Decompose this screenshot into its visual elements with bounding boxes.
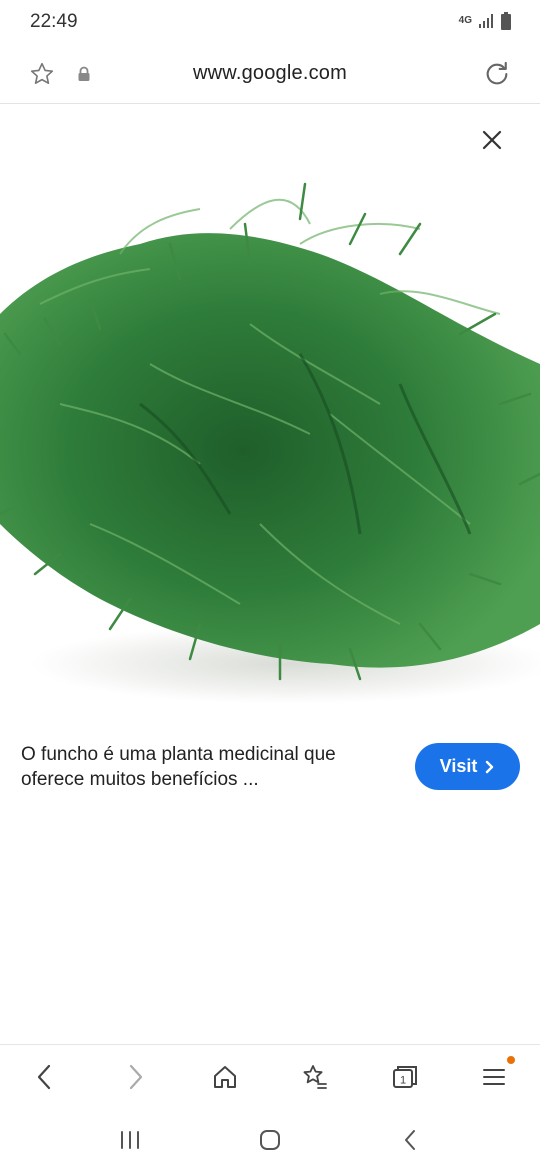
bookmarks-icon[interactable] [295, 1059, 335, 1095]
network-type: 4G [458, 15, 472, 26]
forward-icon[interactable] [116, 1059, 156, 1095]
menu-icon[interactable] [474, 1059, 514, 1095]
system-nav [0, 1110, 540, 1170]
notification-dot [507, 1056, 515, 1064]
recents-icon[interactable] [110, 1126, 150, 1154]
tabs-count: 1 [400, 1075, 406, 1087]
preview-image [0, 104, 540, 724]
visit-label: Visit [439, 756, 478, 776]
fennel-image [0, 182, 540, 704]
system-indicators: 4G [459, 12, 512, 30]
address-bar: www.google.com [0, 44, 540, 104]
visit-button[interactable]: Visit [415, 743, 520, 790]
tabs-icon[interactable]: 1 [385, 1059, 425, 1095]
status-time: 22:49 [30, 11, 78, 32]
close-icon[interactable] [476, 124, 508, 156]
back-icon[interactable] [24, 1059, 64, 1095]
system-back-icon[interactable] [390, 1126, 430, 1154]
home-circle-icon[interactable] [250, 1126, 290, 1154]
browser-toolbar: 1 [0, 1044, 540, 1110]
battery-icon [501, 12, 511, 30]
signal-icon [479, 14, 493, 28]
home-icon[interactable] [205, 1059, 245, 1095]
status-bar: 22:49 4G [0, 0, 540, 44]
reload-icon[interactable] [482, 59, 512, 89]
image-caption: O funcho é uma planta medicinal que ofer… [21, 744, 336, 790]
chevron-right-icon [486, 760, 494, 773]
url-text[interactable]: www.google.com [0, 62, 540, 85]
